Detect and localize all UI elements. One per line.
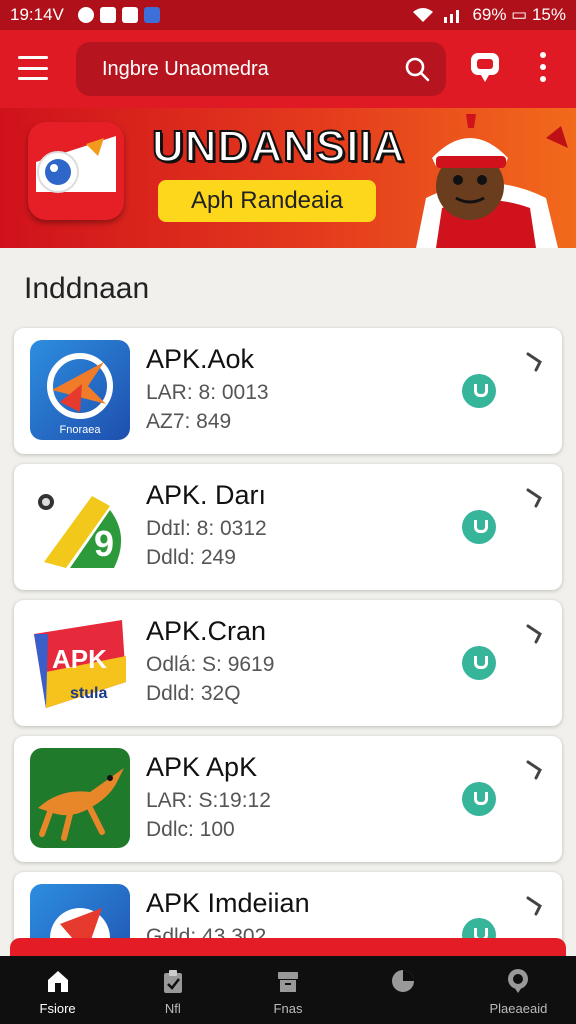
app-card[interactable]: APK stula APK.Cran Odlá: S: 9619 Ddld: 3…	[14, 600, 562, 726]
nav-item-archive[interactable]: Fnas	[230, 956, 345, 1024]
chevron-right-icon[interactable]	[522, 350, 546, 374]
app-detail: Ddld: 249	[146, 546, 236, 569]
chevron-right-icon[interactable]	[522, 894, 546, 918]
app-icon	[30, 748, 130, 848]
download-status-icon[interactable]	[462, 782, 496, 816]
notification-icon	[77, 7, 94, 23]
app-card[interactable]: 9 APK. Darı Ddɪl: 8: 0312 Ddld: 249	[14, 464, 562, 590]
download-status-icon[interactable]	[462, 374, 496, 408]
promo-banner[interactable]: UNDANSIIA Aph Randeaia	[0, 108, 576, 248]
app-icon: APK stula	[30, 612, 130, 712]
notification-icon	[143, 7, 160, 23]
app-detail: AZ7: 849	[146, 410, 232, 433]
chevron-right-icon[interactable]	[522, 486, 546, 510]
mascot-image	[416, 114, 568, 248]
nav-label: Fnas	[273, 1001, 303, 1016]
app-detail: LAR: 8: 0013	[146, 381, 269, 404]
banner-button[interactable]: Aph Randeaia	[158, 180, 376, 222]
notification-icon	[121, 7, 138, 23]
svg-text:9: 9	[94, 523, 114, 564]
app-icon: Fnoraea	[30, 340, 130, 440]
chart-icon	[392, 970, 415, 992]
banner-logo	[28, 122, 124, 220]
app-card[interactable]: Fnoraea APK.Aok LAR: 8: 0013 AZ7: 849	[14, 328, 562, 454]
svg-text:APK: APK	[52, 644, 107, 674]
status-bar: 19:14V 69% ▭ 15%	[0, 0, 576, 30]
app-name: APK. Darı	[146, 480, 267, 510]
signal-icon	[444, 10, 460, 23]
app-name: APK.Cran	[146, 616, 267, 646]
app-card[interactable]: APK ApK LAR: S:19:12 Ddlc: 100	[14, 736, 562, 862]
search-input[interactable]: Ingbre Unaomedra	[102, 58, 269, 81]
app-detail: LAR: S:19:12	[146, 789, 271, 812]
nav-item-stats[interactable]	[346, 956, 461, 1024]
status-time: 19:14V	[10, 5, 64, 24]
notification-icon	[99, 7, 116, 23]
bottom-navigation: Fsiore Nfl Fnas Plaeaeaid	[0, 956, 576, 1024]
nav-item-home[interactable]: Fsiore	[0, 956, 115, 1024]
wifi-icon	[413, 8, 434, 22]
archive-icon	[278, 972, 298, 992]
nav-label: Nfl	[164, 1001, 181, 1016]
search-icon[interactable]	[404, 56, 430, 82]
clipboard-icon	[163, 970, 182, 993]
app-name: APK Imdeiian	[146, 888, 310, 918]
app-detail: Ddld: 32Q	[146, 682, 241, 705]
app-bar: Ingbre Unaomedra	[0, 30, 576, 108]
chat-icon[interactable]	[468, 50, 502, 84]
more-options-icon[interactable]	[538, 52, 548, 82]
banner-title: UNDANSIIA	[151, 121, 406, 172]
app-detail: Ddɪl: 8: 0312	[146, 517, 267, 540]
chat-icon	[508, 969, 529, 993]
app-detail: Odlá: S: 9619	[146, 653, 275, 676]
svg-text:Fnoraea: Fnoraea	[60, 424, 102, 436]
nav-item-messages[interactable]: Plaeaeaid	[461, 956, 576, 1024]
app-name: APK.Aok	[146, 344, 255, 374]
app-detail: Ddlc: 100	[146, 818, 235, 841]
notification-icons	[77, 7, 160, 23]
battery-status: 69% ▭ 15%	[472, 5, 566, 24]
section-title: Inddnaan	[24, 272, 150, 305]
nav-label: Fsiore	[39, 1001, 76, 1016]
download-status-icon[interactable]	[462, 510, 496, 544]
nav-label: Plaeaeaid	[489, 1001, 548, 1016]
chevron-right-icon[interactable]	[522, 758, 546, 782]
home-icon	[47, 971, 68, 992]
menu-icon[interactable]	[18, 56, 48, 80]
download-status-icon[interactable]	[462, 646, 496, 680]
svg-text:stula: stula	[70, 685, 107, 702]
search-bar[interactable]: Ingbre Unaomedra	[76, 42, 446, 96]
nav-item-tasks[interactable]: Nfl	[115, 956, 230, 1024]
app-name: APK ApK	[146, 752, 258, 782]
app-icon: 9	[30, 476, 130, 576]
chevron-right-icon[interactable]	[522, 622, 546, 646]
